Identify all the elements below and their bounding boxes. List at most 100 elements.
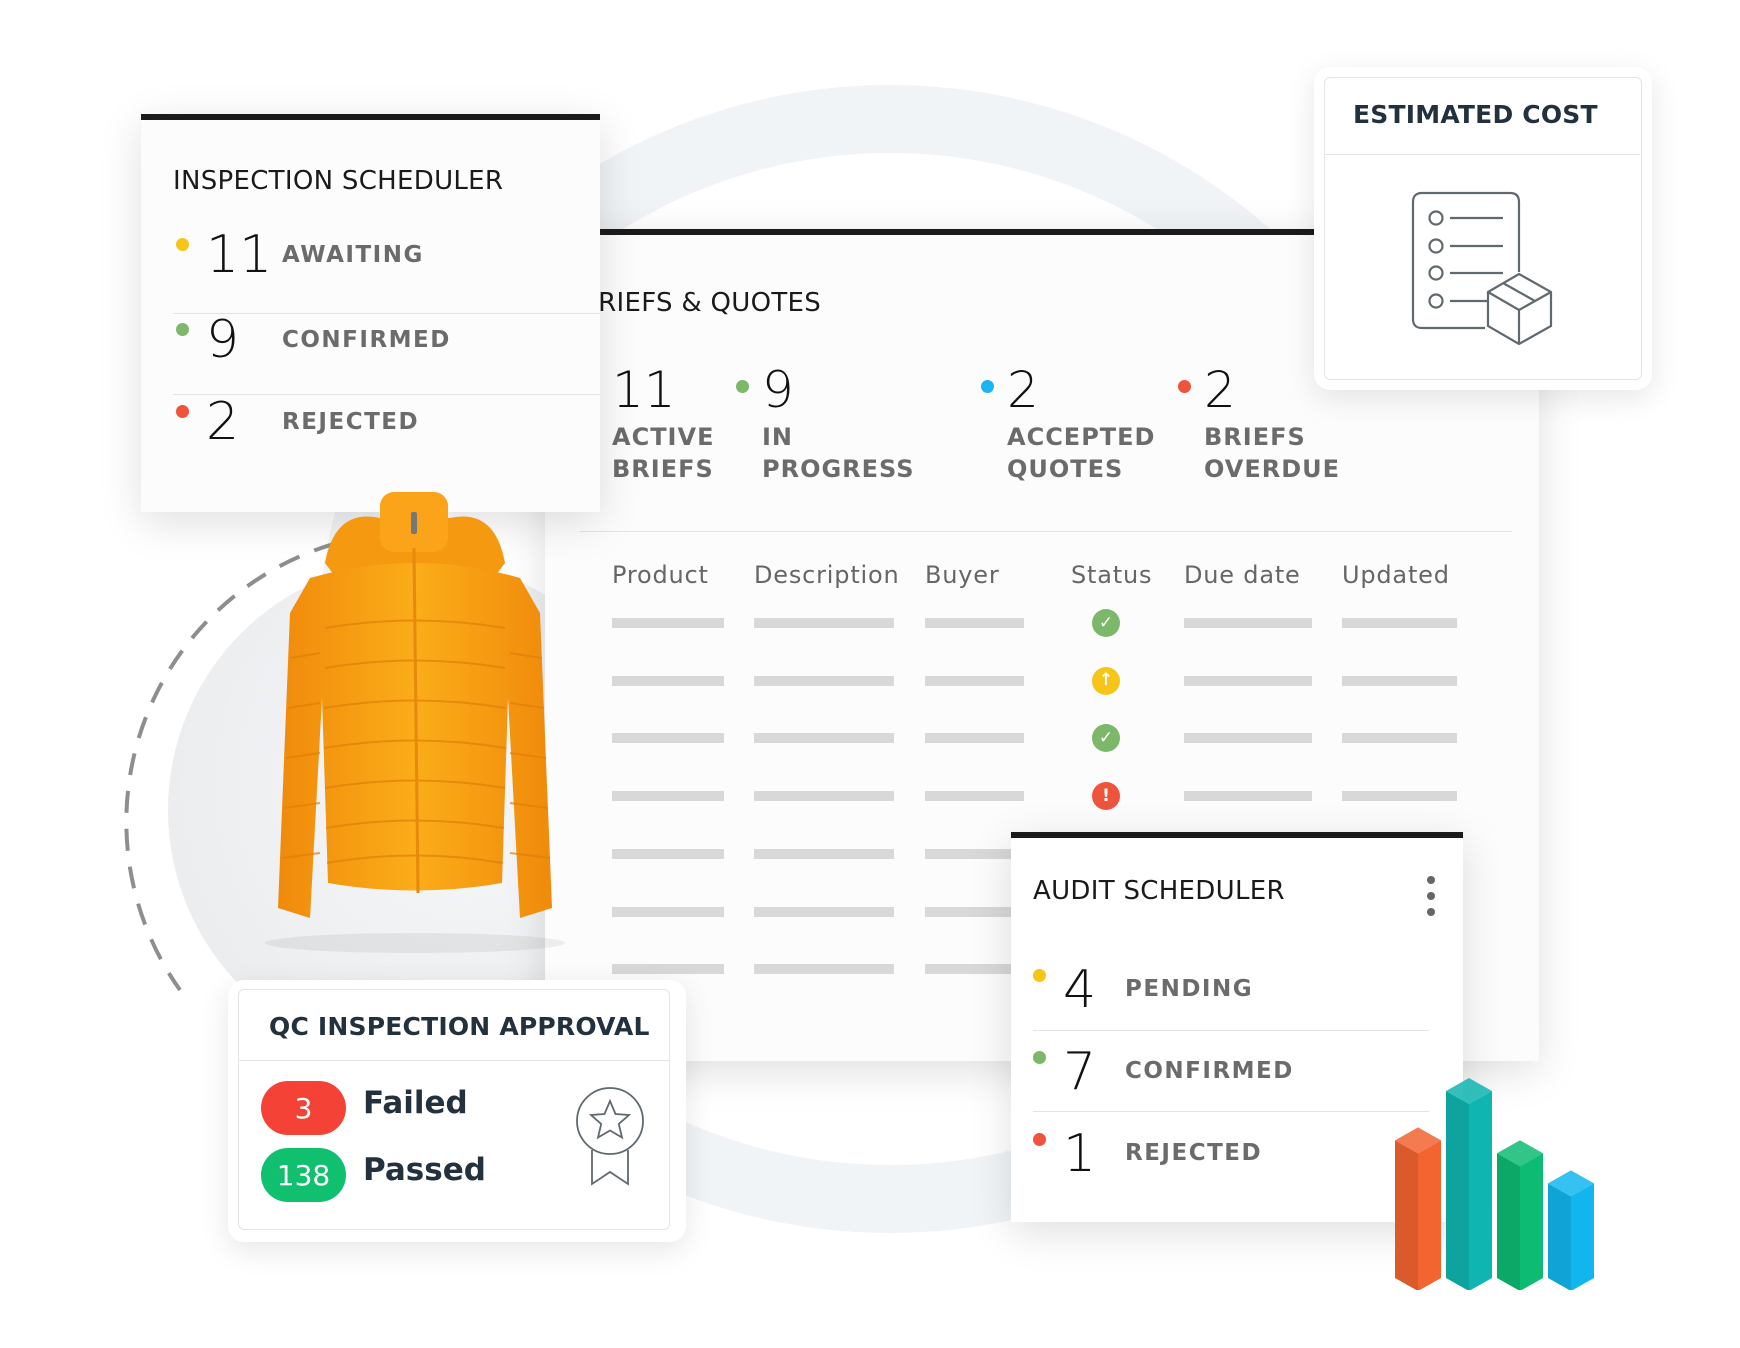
audit-row-pending[interactable]: 4 PENDING — [1033, 960, 1433, 1046]
row-value: 2 — [206, 392, 240, 452]
column-header-buyer[interactable]: Buyer — [925, 561, 1000, 589]
row-divider — [1033, 1030, 1429, 1031]
decorative-bar — [1548, 1170, 1594, 1290]
inspection-row-awaiting[interactable]: 11 AWAITING — [173, 229, 593, 315]
placeholder-cell — [1342, 618, 1457, 628]
stat-label: IN PROGRESS — [762, 423, 915, 483]
placeholder-cell — [925, 906, 1024, 917]
status-dot — [176, 323, 189, 336]
status-dot — [1033, 1051, 1046, 1064]
placeholder-cell — [925, 675, 1024, 686]
briefs-quotes-title: BRIEFS & QUOTES — [580, 288, 822, 318]
decorative-bar — [1497, 1140, 1543, 1290]
product-jacket-image — [265, 492, 565, 953]
stat-value: 2 — [1007, 361, 1039, 419]
row-value: 4 — [1063, 960, 1097, 1020]
placeholder-cell — [925, 791, 1024, 802]
placeholder-cell — [754, 906, 894, 917]
inspection-scheduler-card: INSPECTION SCHEDULER 11 AWAITING 9 CONFIRME… — [141, 114, 600, 512]
placeholder-cell — [1184, 618, 1312, 628]
passed-count-badge[interactable]: 138 — [261, 1148, 346, 1202]
qc-title: QC INSPECTION APPROVAL — [269, 1012, 650, 1041]
placeholder-cell — [925, 964, 1024, 975]
award-ribbon-icon — [576, 1087, 644, 1186]
placeholder-cell — [612, 791, 724, 802]
inspection-scheduler-title: INSPECTION SCHEDULER — [173, 166, 504, 196]
placeholder-cell — [1184, 791, 1312, 802]
stats-divider — [580, 531, 1512, 532]
placeholder-cell — [1184, 733, 1312, 744]
status-dot — [176, 405, 189, 418]
placeholder-cell — [754, 964, 894, 975]
failed-label[interactable]: Failed — [363, 1085, 468, 1121]
inspection-row-confirmed[interactable]: 9 CONFIRMED — [173, 314, 593, 400]
status-dot — [1033, 969, 1046, 982]
passed-label[interactable]: Passed — [363, 1152, 486, 1188]
inspection-row-rejected[interactable]: 2 REJECTED — [173, 396, 593, 482]
placeholder-cell — [754, 733, 894, 744]
status-dot — [736, 380, 749, 393]
column-header-due-date[interactable]: Due date — [1184, 561, 1301, 589]
column-header-product[interactable]: Product — [612, 561, 709, 589]
placeholder-cell — [612, 618, 724, 628]
audit-row-confirmed[interactable]: 7 CONFIRMED — [1033, 1042, 1433, 1128]
audit-row-rejected[interactable]: 1 REJECTED — [1033, 1124, 1433, 1210]
estimated-cost-inner: ESTIMATED COST — [1324, 77, 1642, 380]
row-label: CONFIRMED — [1125, 1058, 1294, 1084]
qc-divider — [239, 1060, 669, 1061]
placeholder-cell — [612, 675, 724, 686]
decorative-bar — [1446, 1077, 1492, 1290]
placeholder-cell — [754, 848, 894, 859]
check-circle-icon: ✓ — [1092, 724, 1120, 753]
audit-scheduler-title: AUDIT SCHEDULER — [1033, 876, 1285, 906]
placeholder-cell — [754, 618, 894, 628]
placeholder-cell — [925, 733, 1024, 744]
status-dot — [1178, 380, 1191, 393]
row-value: 7 — [1063, 1042, 1097, 1102]
row-label: AWAITING — [282, 242, 424, 268]
row-value: 9 — [206, 310, 240, 370]
exclamation-circle-icon: ! — [1092, 782, 1120, 811]
placeholder-cell — [925, 618, 1024, 628]
stat-label: BRIEFS OVERDUE — [1204, 423, 1341, 483]
kebab-menu-icon[interactable] — [1421, 876, 1441, 916]
stat-value: 11 — [612, 361, 676, 419]
qc-inspection-approval-card: QC INSPECTION APPROVAL 3 Failed 138 Pass… — [228, 980, 686, 1242]
stat-label: ACCEPTED QUOTES — [1007, 423, 1156, 483]
estimated-cost-card[interactable]: ESTIMATED COST — [1314, 67, 1652, 390]
placeholder-cell — [612, 964, 724, 975]
placeholder-cell — [925, 848, 1024, 859]
column-header-description[interactable]: Description — [754, 561, 900, 589]
row-label: PENDING — [1125, 976, 1254, 1002]
row-label: CONFIRMED — [282, 327, 451, 353]
placeholder-cell — [1342, 675, 1457, 686]
placeholder-cell — [612, 848, 724, 859]
status-dot — [176, 238, 189, 251]
estimated-cost-divider — [1325, 154, 1640, 155]
stat-value: 9 — [762, 361, 794, 419]
placeholder-cell — [1184, 675, 1312, 686]
bar-chart-decoration — [1395, 1077, 1594, 1290]
failed-count-badge[interactable]: 3 — [261, 1081, 346, 1135]
placeholder-cell — [754, 675, 894, 686]
check-circle-icon: ✓ — [1092, 609, 1120, 637]
arrow-up-circle-icon: ↑ — [1092, 666, 1120, 695]
estimated-cost-title: ESTIMATED COST — [1353, 100, 1598, 129]
stat-value: 2 — [1204, 361, 1236, 419]
placeholder-cell — [1342, 733, 1457, 744]
checklist-box-icon — [1411, 191, 1553, 346]
placeholder-cell — [754, 791, 894, 802]
column-header-status[interactable]: Status — [1071, 561, 1152, 589]
qc-inspection-inner: QC INSPECTION APPROVAL 3 Failed 138 Pass… — [238, 989, 670, 1230]
row-value: 11 — [206, 225, 273, 285]
stat-label: ACTIVE BRIEFS — [612, 423, 715, 483]
placeholder-cell — [1342, 791, 1457, 802]
status-dot — [981, 380, 994, 393]
placeholder-cell — [612, 906, 724, 917]
placeholder-cell — [612, 733, 724, 744]
row-label: REJECTED — [1125, 1140, 1263, 1166]
column-header-updated[interactable]: Updated — [1342, 561, 1450, 589]
row-label: REJECTED — [282, 409, 420, 435]
row-value: 1 — [1063, 1124, 1097, 1184]
status-dot — [1033, 1133, 1046, 1146]
